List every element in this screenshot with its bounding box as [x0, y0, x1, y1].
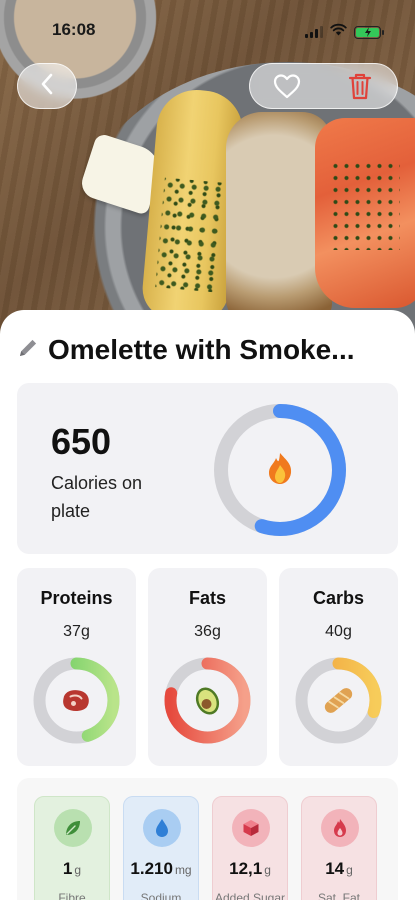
cube-icon	[243, 820, 259, 836]
calories-value: 650	[51, 421, 112, 462]
badge	[143, 809, 181, 847]
wifi-icon	[330, 23, 347, 41]
micro-value: 12,1 g	[229, 859, 271, 878]
calories-ring	[214, 404, 346, 536]
meal-title[interactable]: Omelette with Smoke...	[48, 334, 355, 366]
fire-icon	[269, 453, 292, 484]
chevron-left-icon	[40, 73, 54, 100]
trash-icon	[335, 66, 385, 106]
macro-name: Proteins	[40, 588, 113, 608]
macro-card-carbs: Carbs 40g	[279, 568, 398, 766]
micro-card-sat-fat: 14 g Sat. Fat	[301, 796, 377, 900]
micro-label: Sat. Fat	[317, 891, 361, 900]
macro-card-proteins: Proteins 37g	[17, 568, 136, 766]
macro-value: 37g	[63, 623, 90, 640]
micro-card-sodium: 1.210 mg Sodium	[123, 796, 199, 900]
status-time: 16:08	[52, 20, 96, 39]
micronutrients-row: 1g Fibre 1.210 mg Sodium 12,1 g Added Suga…	[17, 778, 398, 900]
carbs-ring	[295, 657, 382, 744]
micro-label: Added Sugar	[214, 891, 286, 900]
macros-row: Proteins 37g Fats 36g Carbs 40g	[17, 568, 398, 766]
calories-card: 650 Calories on plate	[17, 383, 398, 554]
title-row[interactable]: Omelette with Smoke...	[17, 332, 397, 368]
micro-value: 1g	[62, 859, 82, 878]
badge	[232, 809, 270, 847]
micro-label: Fibre	[58, 891, 86, 900]
fats-ring	[164, 657, 251, 744]
delete-button[interactable]	[335, 66, 385, 106]
badge	[321, 809, 359, 847]
bread-icon	[324, 688, 353, 713]
system-icons	[305, 23, 384, 41]
macro-value: 36g	[194, 623, 221, 640]
macro-value: 40g	[325, 623, 352, 640]
drop-icon	[156, 819, 168, 837]
micro-value: 1.210 mg	[130, 859, 192, 878]
macro-name: Carbs	[312, 588, 365, 608]
action-group	[249, 63, 398, 109]
micro-card-added-sugar: 12,1 g Added Sugar	[212, 796, 288, 900]
avocado-icon	[195, 687, 220, 715]
favorite-button[interactable]	[262, 66, 312, 106]
back-button[interactable]	[17, 63, 77, 109]
micro-card-fibre: 1g Fibre	[34, 796, 110, 900]
battery-icon	[354, 25, 384, 39]
proteins-ring	[33, 657, 120, 744]
badge	[54, 809, 92, 847]
micro-label: Sodium	[140, 891, 182, 900]
meal-detail-sheet: Omelette with Smoke... 650 Calories on p…	[0, 310, 415, 900]
pencil-icon[interactable]	[17, 337, 39, 364]
flame-icon	[334, 819, 346, 837]
cellular-signal-icon	[305, 26, 323, 38]
macro-card-fats: Fats 36g	[148, 568, 267, 766]
calories-label: Calories on plate	[51, 473, 143, 521]
macro-name: Fats	[188, 588, 226, 608]
heart-icon	[262, 66, 312, 106]
micro-value: 14 g	[325, 859, 353, 878]
steak-icon	[63, 690, 89, 712]
leaf-icon	[66, 821, 80, 835]
status-bar: 16:08	[0, 0, 415, 62]
